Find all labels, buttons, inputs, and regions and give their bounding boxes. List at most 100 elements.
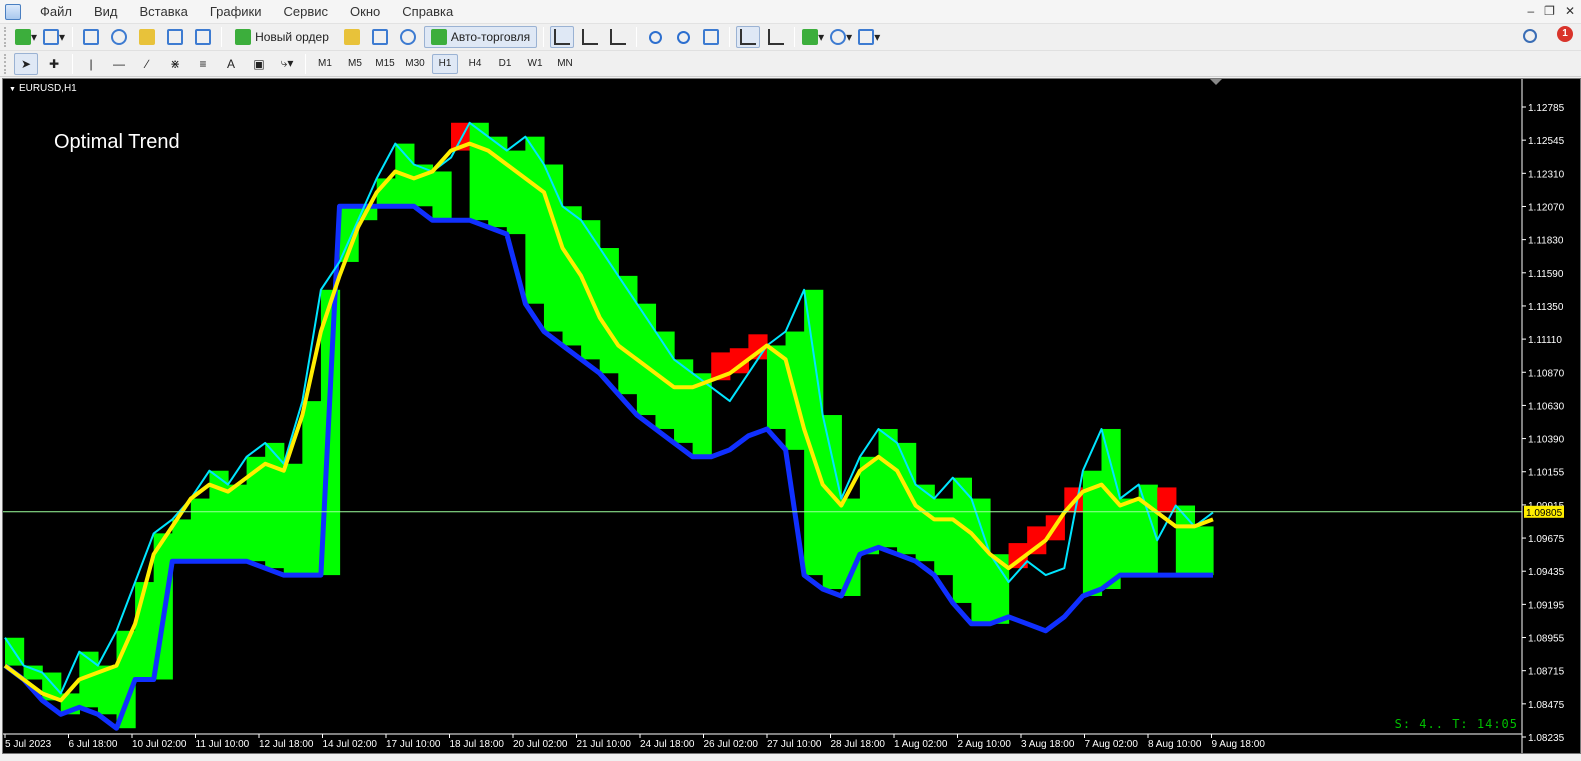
restore-icon[interactable]: ❐ [1544,4,1555,18]
chart-shift-button[interactable] [764,26,788,48]
crosshair-button[interactable]: ✚ [42,53,66,75]
menu-window[interactable]: Окно [339,0,391,24]
timeframe-h1[interactable]: H1 [432,53,458,74]
autotrading-icon [430,29,447,45]
tile-windows-button[interactable] [699,26,723,48]
price-tick-label: 1.10630 [1528,401,1565,412]
time-tick-label: 1 Aug 02:00 [894,739,948,750]
trendline-button[interactable]: ∕ [135,53,159,75]
text-label-button[interactable]: ▣ [247,53,271,75]
menu-view[interactable]: Вид [83,0,129,24]
indicators-button[interactable]: ▾ [801,26,825,48]
navigator-button[interactable] [135,26,159,48]
price-chart[interactable]: 1.12785 1.12545 1.12310 1.12070 1.11830 1.115… [3,79,1580,753]
price-tick-label: 1.09435 [1528,567,1565,578]
price-line [4,121,1214,695]
time-tick-label: 28 Jul 18:00 [831,739,886,750]
timeframe-h4[interactable]: H4 [462,54,488,74]
indicator-name-label: Optimal Trend [54,131,180,153]
trend-band [506,150,526,235]
time-tick-label: 3 Aug 18:00 [1021,739,1075,750]
time-tick-label: 12 Jul 18:00 [259,739,314,750]
new-order-button[interactable]: Новый ордер [228,26,336,48]
search-icon[interactable] [1523,29,1537,43]
menu-charts[interactable]: Графики [199,0,273,24]
text-button[interactable]: A [219,53,243,75]
cursor-button[interactable]: ➤ [14,52,38,75]
metaeditor-button[interactable] [340,26,364,48]
timeframe-m15[interactable]: M15 [372,54,398,74]
trend-line [3,141,1214,703]
timeframe-mn[interactable]: MN [552,54,578,74]
price-tick-label: 1.12545 [1528,136,1565,147]
trend-band [1120,498,1140,576]
menu-file[interactable]: Файл [29,0,83,24]
candlestick-button[interactable] [578,26,602,48]
new-order-label: Новый ордер [255,30,329,44]
trend-band [618,275,638,395]
price-tick-label: 1.08715 [1528,667,1565,678]
profiles-button[interactable]: ▾ [42,26,66,48]
fibonacci-button[interactable]: ≡ [191,53,215,75]
price-tick-label: 1.12785 [1528,103,1565,114]
chart-symbol-label: EURUSD,H1 [9,83,77,94]
time-tick-label: 8 Aug 10:00 [1148,739,1202,750]
menu-insert[interactable]: Вставка [129,0,199,24]
price-tick-label: 1.11350 [1528,302,1564,313]
minimize-icon[interactable]: – [1527,4,1534,18]
price-tick-label: 1.10870 [1528,368,1565,379]
trend-band [599,248,619,374]
toolbar-grip[interactable] [4,53,8,74]
timeframe-w1[interactable]: W1 [522,54,548,74]
horizontal-line-button[interactable]: — [107,53,131,75]
navigator-icon [139,29,156,45]
market-watch-button[interactable] [79,26,103,48]
cursor-icon: ➤ [20,56,32,71]
signals-button[interactable] [396,26,420,48]
data-window-button[interactable] [107,26,131,48]
templates-button[interactable]: ▾ [857,26,881,48]
timeframe-d1[interactable]: D1 [492,54,518,74]
timeframe-m30[interactable]: M30 [402,54,428,74]
vertical-line-button[interactable]: | [79,53,103,75]
tile-windows-icon [703,29,720,45]
zoom-in-icon [648,30,662,44]
autotrading-button[interactable]: Авто-торговля [423,26,538,48]
price-tick-label: 1.12070 [1528,202,1565,213]
bar-chart-button[interactable] [550,26,575,48]
toolbar-grip[interactable] [4,27,8,47]
price-tick-label: 1.09195 [1528,600,1565,611]
zoom-in-button[interactable] [643,26,667,48]
menu-help[interactable]: Справка [391,0,464,24]
chart-window[interactable]: 1.12785 1.12545 1.12310 1.12070 1.11830 1.115… [2,78,1581,754]
periods-button[interactable]: ▾ [829,26,853,48]
trend-band [469,122,489,221]
notifications-badge[interactable]: 1 [1557,26,1573,42]
menu-tools[interactable]: Сервис [273,0,340,24]
new-chart-button[interactable]: ▾ [14,26,38,48]
bottom-strip [0,754,1581,761]
terminal-button[interactable] [163,26,187,48]
price-tick-label: 1.10390 [1528,435,1565,446]
timeframe-m1[interactable]: M1 [312,54,338,74]
line-chart-button[interactable] [606,26,630,48]
chart-shift-icon [768,29,785,45]
auto-scroll-button[interactable] [736,26,761,48]
price-tick-label: 1.09675 [1528,534,1565,545]
equidistant-channel-button[interactable]: ⋇ [163,53,187,75]
arrows-button[interactable]: ⤷▾ [275,53,299,75]
price-tick-label: 1.11830 [1528,236,1564,247]
crosshair-icon: ✚ [48,56,60,71]
price-tick-label: 1.10155 [1528,468,1565,479]
community-button[interactable] [368,26,392,48]
trend-band [283,463,303,576]
price-tick-label: 1.12310 [1528,169,1565,180]
close-icon[interactable]: ✕ [1565,4,1575,18]
strategy-tester-button[interactable] [191,26,215,48]
zoom-out-button[interactable] [671,26,695,48]
timeframe-m5[interactable]: M5 [342,54,368,74]
channel-icon: ⋇ [169,56,181,71]
crosshair-icon [111,29,128,45]
profiles-icon [43,29,60,45]
fibonacci-icon: ≡ [199,56,207,71]
